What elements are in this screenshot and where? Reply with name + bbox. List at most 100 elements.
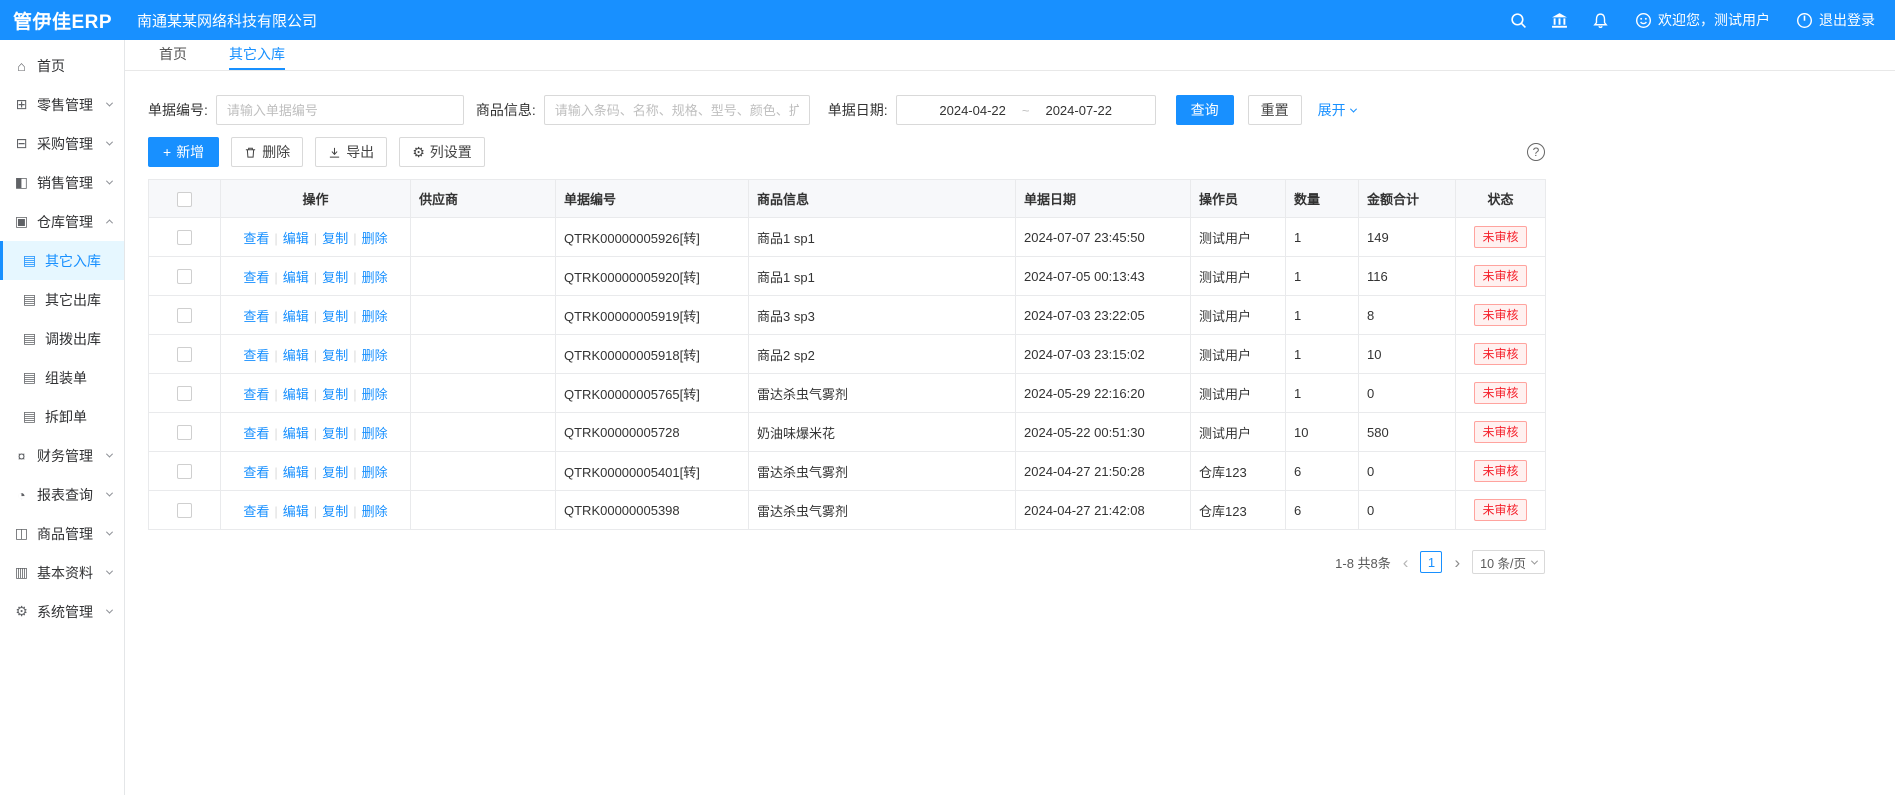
row-checkbox[interactable] xyxy=(177,503,192,518)
row-checkbox[interactable] xyxy=(177,308,192,323)
edit-link[interactable]: 编辑 xyxy=(283,270,309,285)
delete-link[interactable]: 删除 xyxy=(362,465,388,480)
row-checkbox[interactable] xyxy=(177,386,192,401)
page-size-select[interactable]: 10 条/页 xyxy=(1472,550,1545,574)
report-icon: ◔ xyxy=(13,487,30,503)
next-page-icon[interactable]: › xyxy=(1452,554,1462,571)
cell-amount: 0 xyxy=(1359,491,1456,530)
sidebar-item-label: 调拨出库 xyxy=(45,329,101,349)
date-range-picker[interactable]: 2024-04-22 ~ 2024-07-22 xyxy=(896,95,1156,125)
search-icon[interactable] xyxy=(1510,12,1527,29)
sidebar-item-warehouse[interactable]: ▣仓库管理 xyxy=(0,202,124,241)
bank-icon[interactable] xyxy=(1551,12,1568,29)
cell-date: 2024-07-03 23:15:02 xyxy=(1016,335,1191,374)
export-button[interactable]: 导出 xyxy=(315,137,387,167)
user-menu[interactable]: 欢迎您，测试用户 xyxy=(1635,10,1770,30)
copy-link[interactable]: 复制 xyxy=(322,270,348,285)
edit-link[interactable]: 编辑 xyxy=(283,387,309,402)
delete-link[interactable]: 删除 xyxy=(362,309,388,324)
sidebar-item-product[interactable]: ◫ 商品管理 xyxy=(0,514,124,553)
sidebar-item-system[interactable]: ⚙系统管理 xyxy=(0,592,124,631)
edit-link[interactable]: 编辑 xyxy=(283,309,309,324)
copy-link[interactable]: 复制 xyxy=(322,231,348,246)
view-link[interactable]: 查看 xyxy=(243,504,269,519)
sidebar-menu: ⌂首页⊞零售管理⊟采购管理◧销售管理▣仓库管理▤其它入库▤其它出库▤调拨出库▤组… xyxy=(0,46,124,631)
select-all-checkbox[interactable] xyxy=(177,192,192,207)
cell-amount: 10 xyxy=(1359,335,1456,374)
sidebar-item-purchase[interactable]: ⊟采购管理 xyxy=(0,124,124,163)
copy-link[interactable]: 复制 xyxy=(322,504,348,519)
sidebar-item-sales[interactable]: ◧销售管理 xyxy=(0,163,124,202)
sidebar-item-label: 商品管理 xyxy=(37,524,93,544)
edit-link[interactable]: 编辑 xyxy=(283,504,309,519)
sidebar-item-report[interactable]: ◔报表查询 xyxy=(0,475,124,514)
delete-link[interactable]: 删除 xyxy=(362,387,388,402)
chevron-up-icon xyxy=(106,219,113,226)
sidebar-item-other-inbound[interactable]: ▤其它入库 xyxy=(0,241,124,280)
product-icon: ◫ xyxy=(13,525,30,542)
row-checkbox[interactable] xyxy=(177,347,192,362)
cell-product: 雷达杀虫气雾剂 xyxy=(749,491,1016,530)
chevron-down-icon xyxy=(106,451,113,458)
delete-link[interactable]: 删除 xyxy=(362,504,388,519)
sidebar-item-assembly[interactable]: ▤组装单 xyxy=(0,358,124,397)
cell-product: 奶油味爆米花 xyxy=(749,413,1016,452)
records-table: 操作 供应商 单据编号 商品信息 单据日期 操作员 数量 金额合计 状态 查看|… xyxy=(148,179,1546,530)
product-info-input[interactable] xyxy=(544,95,810,125)
edit-link[interactable]: 编辑 xyxy=(283,231,309,246)
row-checkbox[interactable] xyxy=(177,425,192,440)
sidebar-item-transfer-out[interactable]: ▤调拨出库 xyxy=(0,319,124,358)
view-link[interactable]: 查看 xyxy=(243,270,269,285)
logout-button[interactable]: 退出登录 xyxy=(1796,10,1875,30)
row-checkbox[interactable] xyxy=(177,269,192,284)
cell-product: 商品1 sp1 xyxy=(749,218,1016,257)
bill-no-input[interactable] xyxy=(216,95,464,125)
current-page-button[interactable]: 1 xyxy=(1420,551,1442,573)
view-link[interactable]: 查看 xyxy=(243,348,269,363)
view-link[interactable]: 查看 xyxy=(243,426,269,441)
add-button[interactable]: + 新增 xyxy=(148,137,219,167)
sidebar-item-home[interactable]: ⌂首页 xyxy=(0,46,124,85)
tab-other-inbound[interactable]: 其它入库 xyxy=(229,40,285,70)
view-link[interactable]: 查看 xyxy=(243,231,269,246)
cell-bill-no: QTRK00000005401[转] xyxy=(556,452,749,491)
copy-link[interactable]: 复制 xyxy=(322,348,348,363)
bell-icon[interactable] xyxy=(1592,12,1609,29)
chevron-down-icon xyxy=(106,490,113,497)
row-checkbox[interactable] xyxy=(177,464,192,479)
edit-link[interactable]: 编辑 xyxy=(283,426,309,441)
sidebar-item-finance[interactable]: ¤财务管理 xyxy=(0,436,124,475)
sidebar-item-basic-data[interactable]: ▥基本资料 xyxy=(0,553,124,592)
reset-button[interactable]: 重置 xyxy=(1248,95,1302,125)
table-row: 查看|编辑|复制|删除 QTRK00000005398 雷达杀虫气雾剂 2024… xyxy=(149,491,1546,530)
sidebar-item-other-outbound[interactable]: ▤其它出库 xyxy=(0,280,124,319)
delete-button[interactable]: 删除 xyxy=(231,137,303,167)
edit-link[interactable]: 编辑 xyxy=(283,465,309,480)
edit-link[interactable]: 编辑 xyxy=(283,348,309,363)
tab-home[interactable]: 首页 xyxy=(159,40,187,70)
row-checkbox[interactable] xyxy=(177,230,192,245)
date-start[interactable]: 2024-04-22 xyxy=(939,103,1006,118)
delete-link[interactable]: 删除 xyxy=(362,231,388,246)
view-link[interactable]: 查看 xyxy=(243,465,269,480)
search-button[interactable]: 查询 xyxy=(1176,95,1234,125)
sidebar-item-disassembly[interactable]: ▤拆卸单 xyxy=(0,397,124,436)
copy-link[interactable]: 复制 xyxy=(322,426,348,441)
col-header-supplier: 供应商 xyxy=(411,180,556,218)
delete-link[interactable]: 删除 xyxy=(362,348,388,363)
view-link[interactable]: 查看 xyxy=(243,309,269,324)
date-end[interactable]: 2024-07-22 xyxy=(1045,103,1112,118)
column-settings-button[interactable]: ⚙ 列设置 xyxy=(399,137,485,167)
delete-link[interactable]: 删除 xyxy=(362,270,388,285)
table-row: 查看|编辑|复制|删除 QTRK00000005926[转] 商品1 sp1 2… xyxy=(149,218,1546,257)
copy-link[interactable]: 复制 xyxy=(322,465,348,480)
prev-page-icon[interactable]: ‹ xyxy=(1401,554,1411,571)
expand-filters-link[interactable]: 展开 xyxy=(1318,100,1356,120)
delete-link[interactable]: 删除 xyxy=(362,426,388,441)
view-link[interactable]: 查看 xyxy=(243,387,269,402)
product-info-label: 商品信息: xyxy=(476,100,536,120)
sidebar-item-retail[interactable]: ⊞零售管理 xyxy=(0,85,124,124)
copy-link[interactable]: 复制 xyxy=(322,309,348,324)
help-icon[interactable]: ? xyxy=(1527,143,1545,161)
copy-link[interactable]: 复制 xyxy=(322,387,348,402)
